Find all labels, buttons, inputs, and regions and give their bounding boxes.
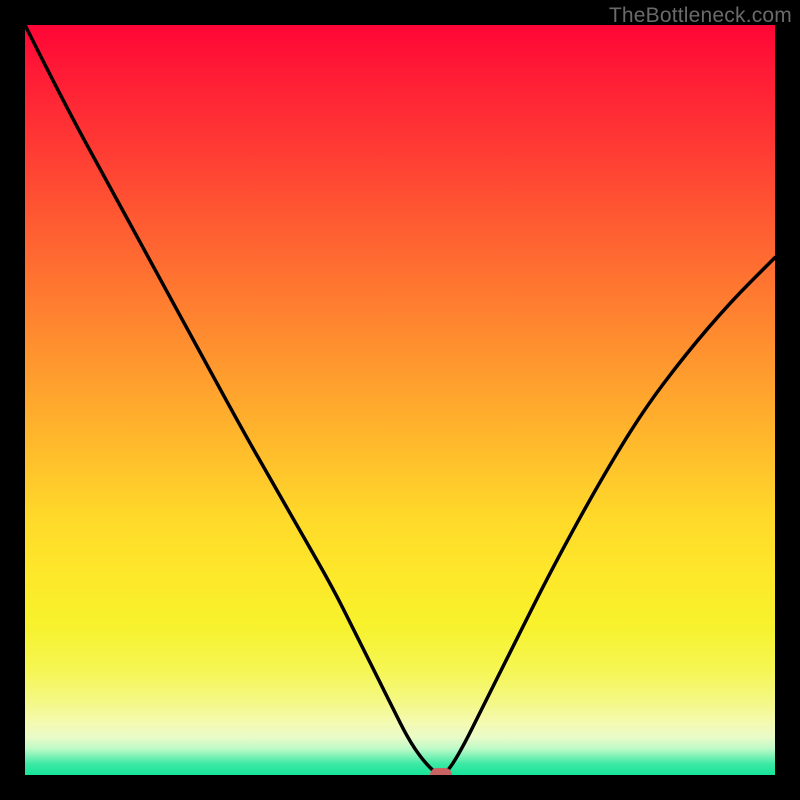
chart-frame: TheBottleneck.com: [0, 0, 800, 800]
curve-path: [25, 25, 775, 775]
optimum-marker: [430, 768, 452, 775]
bottleneck-curve: [25, 25, 775, 775]
attribution-text: TheBottleneck.com: [609, 4, 792, 28]
plot-area: [25, 25, 775, 775]
